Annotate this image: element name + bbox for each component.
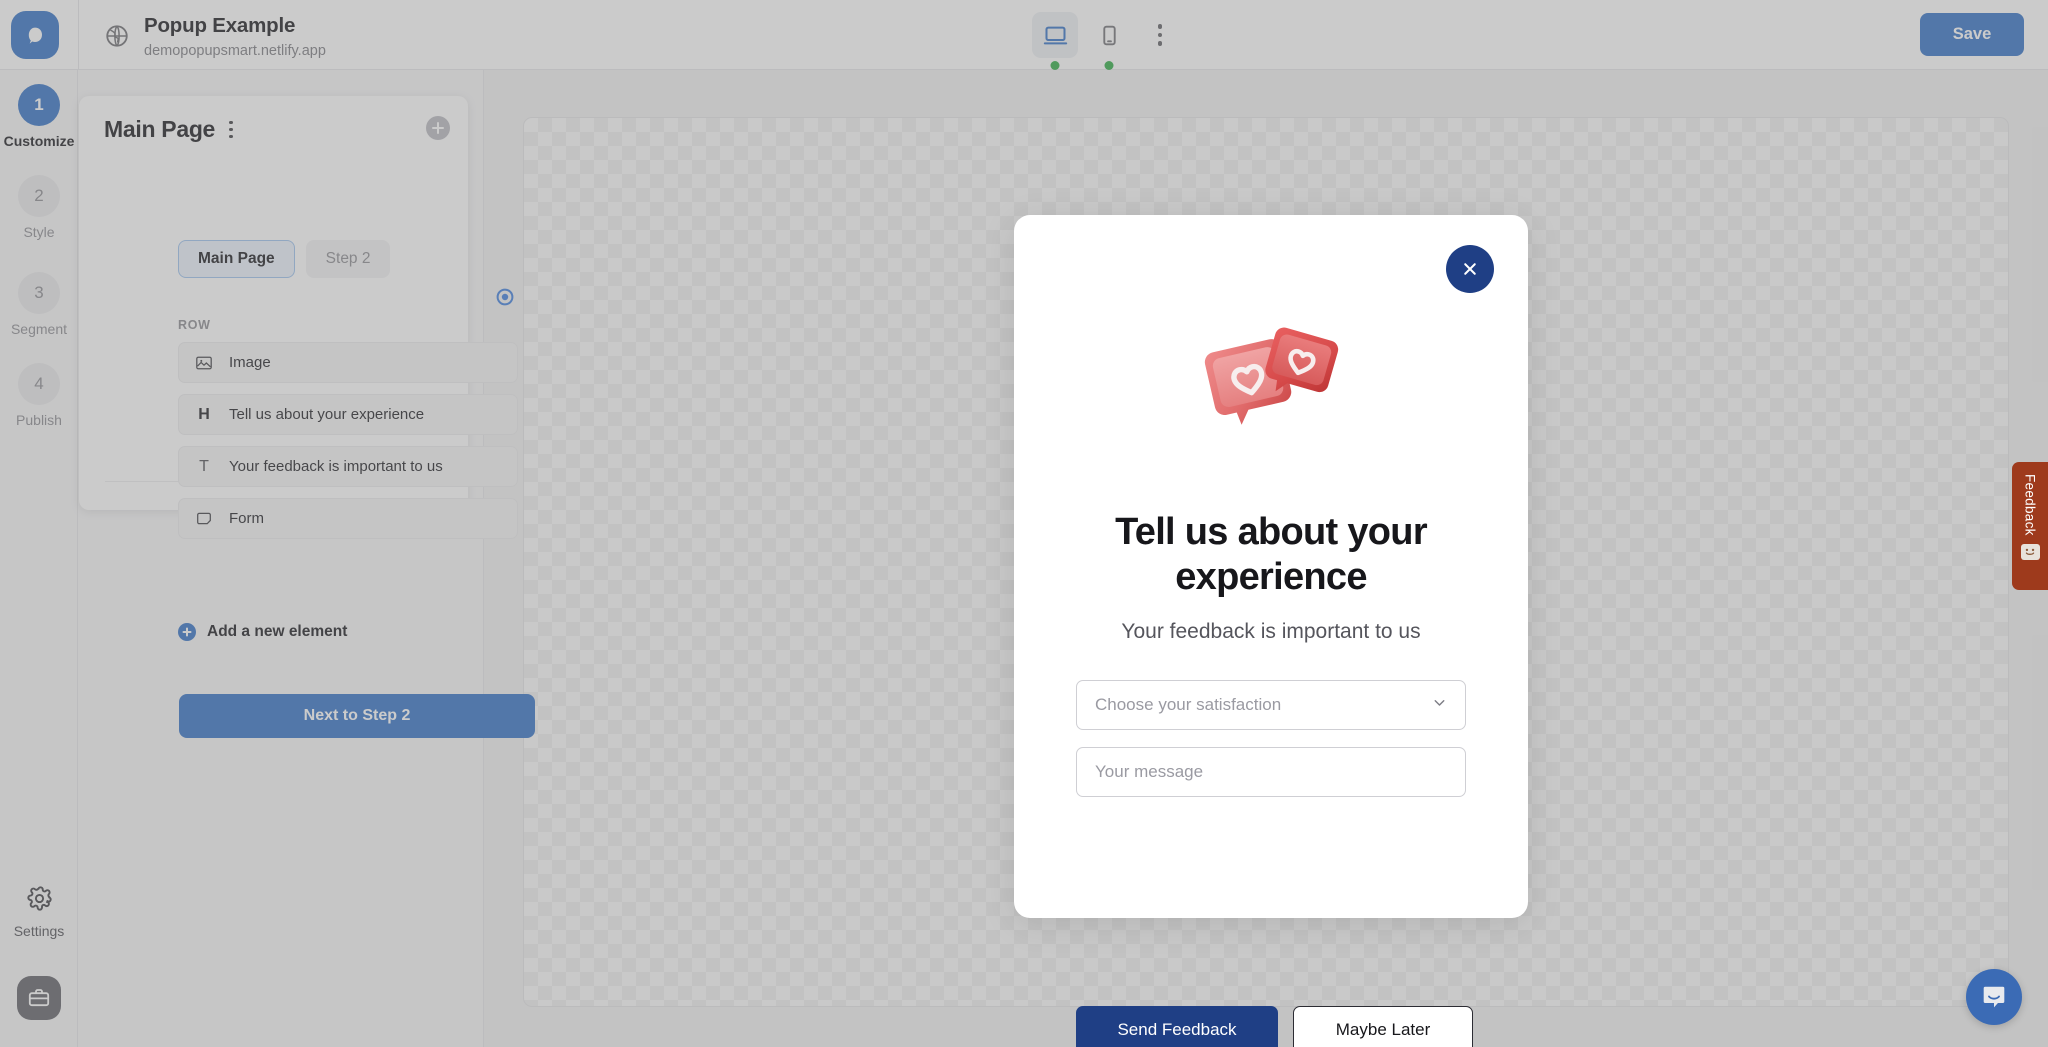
- site-url: demopopupsmart.netlify.app: [144, 42, 326, 60]
- popup-subtitle: Your feedback is important to us: [1058, 620, 1484, 644]
- device-toggle-mobile[interactable]: [1086, 12, 1132, 58]
- plus-circle-icon[interactable]: [426, 116, 450, 140]
- step-number: 4: [18, 363, 60, 405]
- sidebar-step-customize[interactable]: 1 Customize: [0, 84, 78, 149]
- list-item-text[interactable]: T Your feedback is important to us: [178, 446, 518, 487]
- device-preview-toggle-group: [1032, 12, 1180, 58]
- save-button[interactable]: Save: [1920, 13, 2024, 56]
- top-bar-divider: [78, 0, 79, 70]
- plus-circle-icon: [178, 623, 196, 641]
- feedback-tab-label: Feedback: [2023, 474, 2038, 536]
- step-label: Style: [23, 224, 54, 240]
- close-icon[interactable]: [1446, 245, 1494, 293]
- row-section-label: ROW: [178, 318, 211, 332]
- satisfaction-select-placeholder: Choose your satisfaction: [1095, 695, 1281, 715]
- desktop-status-dot: [1051, 61, 1060, 70]
- image-icon: [194, 353, 214, 373]
- sidebar-step-segment[interactable]: 3 Segment: [0, 272, 78, 337]
- step-rail: 1 Customize 2 Style 3 Segment 4 Publish …: [0, 70, 78, 1047]
- list-item-heading[interactable]: H Tell us about your experience: [178, 394, 518, 435]
- element-list: Image H Tell us about your experience T …: [178, 342, 518, 539]
- globe-icon: [104, 23, 130, 49]
- message-input-placeholder: Your message: [1095, 762, 1203, 782]
- chat-bubble-icon[interactable]: [1966, 969, 2022, 1025]
- step-number: 3: [18, 272, 60, 314]
- settings-label: Settings: [14, 923, 65, 939]
- kebab-menu-icon[interactable]: [1140, 12, 1180, 58]
- next-to-step-2-button[interactable]: Next to Step 2: [179, 694, 535, 738]
- chevron-down-icon: [1431, 694, 1448, 716]
- feedback-tab[interactable]: Feedback: [2012, 462, 2048, 590]
- radio-target-icon[interactable]: [496, 288, 514, 306]
- list-item-form[interactable]: Form: [178, 498, 518, 539]
- gear-icon: [26, 885, 53, 917]
- send-feedback-button[interactable]: Send Feedback: [1076, 1006, 1278, 1047]
- step-label: Segment: [11, 321, 67, 337]
- maybe-later-button[interactable]: Maybe Later: [1293, 1006, 1473, 1047]
- list-item-label: Image: [229, 354, 271, 371]
- step-label: Customize: [4, 133, 75, 149]
- add-new-element-button[interactable]: Add a new element: [178, 623, 347, 641]
- briefcase-icon[interactable]: [17, 976, 61, 1020]
- tab-step-2[interactable]: Step 2: [306, 240, 391, 278]
- add-new-element-label: Add a new element: [207, 623, 347, 641]
- page-title: Popup Example: [144, 13, 326, 39]
- step-tabs: Main Page Step 2: [178, 240, 390, 278]
- kebab-menu-icon[interactable]: [227, 119, 235, 141]
- list-item-label: Tell us about your experience: [229, 406, 424, 423]
- smiley-face-icon: [2021, 544, 2040, 560]
- message-input[interactable]: Your message: [1076, 747, 1466, 797]
- step-number: 1: [18, 84, 60, 126]
- desktop-icon: [1042, 22, 1069, 49]
- list-item-label: Form: [229, 510, 264, 527]
- step-number: 2: [18, 175, 60, 217]
- top-bar: Popup Example demopopupsmart.netlify.app: [0, 0, 2048, 70]
- popup-heading: Tell us about your experience: [1062, 510, 1480, 600]
- panel-title: Main Page: [104, 116, 215, 143]
- text-icon: T: [194, 457, 214, 477]
- builder-column: Main Page Main Page Step 2 ROW: [78, 70, 484, 1047]
- tab-main-page[interactable]: Main Page: [178, 240, 295, 278]
- mobile-status-dot: [1105, 61, 1114, 70]
- device-toggle-desktop[interactable]: [1032, 12, 1078, 58]
- panel-header: Main Page: [104, 116, 235, 143]
- mobile-icon: [1097, 23, 1122, 48]
- step-label: Publish: [16, 412, 62, 428]
- list-item-label: Your feedback is important to us: [229, 458, 443, 475]
- heart-speech-bubbles-emoji: [1014, 293, 1528, 483]
- heading-icon: H: [194, 405, 214, 425]
- list-item-image[interactable]: Image: [178, 342, 518, 383]
- popup-builder-app: Popup Example demopopupsmart.netlify.app: [0, 0, 2048, 1047]
- popup-actions: Send Feedback Maybe Later: [1076, 1006, 1473, 1047]
- popup-form: Choose your satisfaction Your message: [1076, 680, 1466, 797]
- sidebar-step-publish[interactable]: 4 Publish: [0, 363, 78, 428]
- sidebar-item-settings[interactable]: Settings: [0, 885, 78, 939]
- popupsmart-logo-icon[interactable]: [11, 11, 59, 59]
- sidebar-step-style[interactable]: 2 Style: [0, 175, 78, 240]
- satisfaction-select[interactable]: Choose your satisfaction: [1076, 680, 1466, 730]
- site-info: Popup Example demopopupsmart.netlify.app: [104, 13, 326, 60]
- popup-preview: Tell us about your experience Your feedb…: [1014, 215, 1528, 918]
- form-icon: [194, 509, 214, 529]
